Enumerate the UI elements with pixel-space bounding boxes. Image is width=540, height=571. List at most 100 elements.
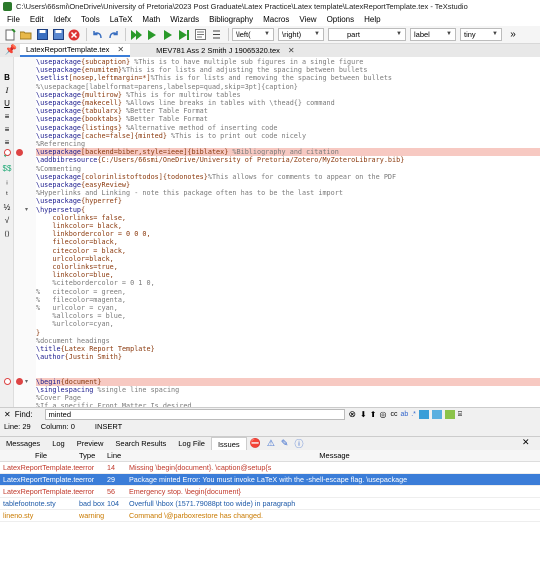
references-select[interactable]: label ▼ xyxy=(410,28,456,41)
code-editor[interactable]: \usepackage{subcaption} %This is to have… xyxy=(36,57,540,407)
menu-item-tools[interactable]: Tools xyxy=(76,15,105,24)
menu-item-edit[interactable]: Edit xyxy=(25,15,49,24)
error-filter-icon[interactable]: ⛔ xyxy=(250,438,261,449)
menu-item-wizards[interactable]: Wizards xyxy=(165,15,204,24)
align-left-icon[interactable]: ≡ xyxy=(0,110,14,123)
build-and-view-icon[interactable] xyxy=(129,28,143,42)
pin-icon[interactable]: 📌 xyxy=(4,44,18,58)
tab-log-file[interactable]: Log File xyxy=(172,437,211,451)
view-log-icon[interactable] xyxy=(193,28,207,42)
code-line[interactable]: \usepackage[colorinlistoftodos]{todonote… xyxy=(36,173,540,181)
subscript-icon[interactable]: ᵢ xyxy=(0,175,14,188)
log-row[interactable]: lineno.sty warning Command \@parboxrestore… xyxy=(0,510,540,522)
code-line[interactable] xyxy=(36,370,540,378)
warning-filter-icon[interactable]: ⚠ xyxy=(267,438,275,449)
menu-item-bibliography[interactable]: Bibliography xyxy=(204,15,258,24)
size-select[interactable]: tiny ▼ xyxy=(460,28,502,41)
highlight-icon[interactable] xyxy=(418,410,429,419)
find-input[interactable]: minted xyxy=(44,409,345,420)
menu-item-options[interactable]: Options xyxy=(322,15,360,24)
col-line-header[interactable]: Line xyxy=(107,451,129,460)
code-line[interactable]: \usepackage{hyperref} xyxy=(36,197,540,205)
save-all-icon[interactable] xyxy=(51,28,65,42)
code-line[interactable]: } xyxy=(36,329,540,337)
code-line[interactable]: % filecolor=magenta, xyxy=(36,296,540,304)
sqrt-icon[interactable]: √ xyxy=(0,214,14,227)
col-message-header[interactable]: Message xyxy=(129,451,540,460)
fraction-icon[interactable]: ½ xyxy=(0,201,14,214)
code-line[interactable]: \usepackage[cache=false]{minted} %This i… xyxy=(36,132,540,140)
code-line[interactable]: linkcolor= black, xyxy=(36,222,540,230)
code-line[interactable]: \usepackage{subcaption} %This is to have… xyxy=(36,58,540,66)
code-line[interactable]: \addbibresource{C:/Users/66smi/OneDrive/… xyxy=(36,156,540,164)
undo-icon[interactable] xyxy=(90,28,104,42)
menu-item-macros[interactable]: Macros xyxy=(258,15,294,24)
open-folder-icon[interactable] xyxy=(19,28,33,42)
selection-only-icon[interactable] xyxy=(431,410,442,419)
code-line[interactable]: \usepackage{enumitem}%This is for lists … xyxy=(36,66,540,74)
close-icon[interactable]: ✕ xyxy=(288,46,295,55)
tab-latexreporttemplate[interactable]: LatexReportTemplate.tex ✕ xyxy=(20,44,131,57)
error-marker-icon[interactable] xyxy=(16,378,23,386)
code-line[interactable]: % urlcolor = cyan, xyxy=(36,304,540,312)
close-find-icon[interactable]: ✕ xyxy=(4,410,11,419)
structure-icon[interactable] xyxy=(209,28,223,42)
left-delimiter-select[interactable]: \left(▼ xyxy=(232,28,274,41)
code-line[interactable]: %Hyperlinks and Linking - note this pack… xyxy=(36,189,540,197)
code-line[interactable]: \author{Justin Smith} xyxy=(36,353,540,361)
compile-icon[interactable] xyxy=(145,28,159,42)
code-line[interactable]: colorlinks= false, xyxy=(36,214,540,222)
code-line[interactable]: %urlcolor=cyan, xyxy=(36,320,540,328)
menu-item-math[interactable]: Math xyxy=(137,15,165,24)
tab-issues[interactable]: Issues xyxy=(210,436,247,451)
stop-compile-icon[interactable] xyxy=(161,28,175,42)
col-type-header[interactable]: Type xyxy=(79,451,107,460)
tab-messages[interactable]: Messages xyxy=(0,437,46,451)
fold-toggle-icon[interactable]: ▾ xyxy=(25,206,28,213)
tab-mev781[interactable]: MEV781 Ass 2 Smith J 19065320.tex ✕ xyxy=(150,44,301,57)
underline-icon[interactable]: U xyxy=(0,97,14,110)
code-line[interactable]: % citecolor = green, xyxy=(36,288,540,296)
view-pdf-icon[interactable] xyxy=(177,28,191,42)
code-line[interactable]: linkcolor=blue, xyxy=(36,271,540,279)
code-line[interactable]: %Referencing xyxy=(36,140,540,148)
superscript-icon[interactable]: ᵗ xyxy=(0,188,14,201)
code-line[interactable]: %Cover Page xyxy=(36,394,540,402)
save-icon[interactable] xyxy=(35,28,49,42)
code-line[interactable]: filecolor=black, xyxy=(36,238,540,246)
code-line[interactable]: %document headings xyxy=(36,337,540,345)
close-document-icon[interactable] xyxy=(67,28,81,42)
find-prev-icon[interactable]: ⬆ xyxy=(370,410,377,419)
code-line[interactable]: \begin{document} xyxy=(36,377,540,386)
bookmark-marker-icon[interactable] xyxy=(4,148,11,156)
close-icon[interactable]: ✕ xyxy=(117,45,124,54)
right-delimiter-select[interactable]: \right) ▼ xyxy=(278,28,324,41)
code-line[interactable]: \title{Latex Report Template} xyxy=(36,345,540,353)
case-sensitive-icon[interactable]: cc xyxy=(390,411,397,418)
info-filter-icon[interactable]: ⓘ xyxy=(294,437,303,450)
col-file-header[interactable]: File xyxy=(0,451,79,460)
fold-toggle-icon[interactable]: ▾ xyxy=(25,378,28,385)
code-line[interactable]: \hypersetup{ xyxy=(36,206,540,214)
sectioning-select[interactable]: part ▼ xyxy=(328,28,406,41)
code-line[interactable]: citecolor = black, xyxy=(36,247,540,255)
close-panel-icon[interactable]: ✕ xyxy=(522,437,530,448)
whole-words-icon[interactable]: ab xyxy=(400,411,408,418)
code-line[interactable]: \usepackage[backend=biber,style=ieee]{bi… xyxy=(36,148,540,157)
code-line[interactable]: colorlinks=true, xyxy=(36,263,540,271)
italic-icon[interactable]: I xyxy=(0,84,14,97)
code-line[interactable]: \usepackage{tabularx} %Better Table Form… xyxy=(36,107,540,115)
menu-item-latex[interactable]: LaTeX xyxy=(105,15,138,24)
code-line[interactable]: \usepackage{multirow} %This is for multi… xyxy=(36,91,540,99)
formula-icon[interactable]: $$ xyxy=(0,162,14,175)
code-line[interactable]: \singlespacing %single line spacing xyxy=(36,386,540,394)
left-right-icon[interactable]: ⟨⟩ xyxy=(0,227,14,240)
redo-icon[interactable] xyxy=(106,28,120,42)
search-options-icon[interactable]: ⌸ xyxy=(458,411,462,419)
log-row[interactable]: LatexReportTemplate.tex error 56 Emergency … xyxy=(0,486,540,498)
bold-icon[interactable]: B xyxy=(0,71,14,84)
menu-item-view[interactable]: View xyxy=(294,15,321,24)
badbox-filter-icon[interactable]: ✎ xyxy=(281,438,289,449)
tab-search-results[interactable]: Search Results xyxy=(109,437,172,451)
code-line[interactable]: \usepackage{easyReview} xyxy=(36,181,540,189)
